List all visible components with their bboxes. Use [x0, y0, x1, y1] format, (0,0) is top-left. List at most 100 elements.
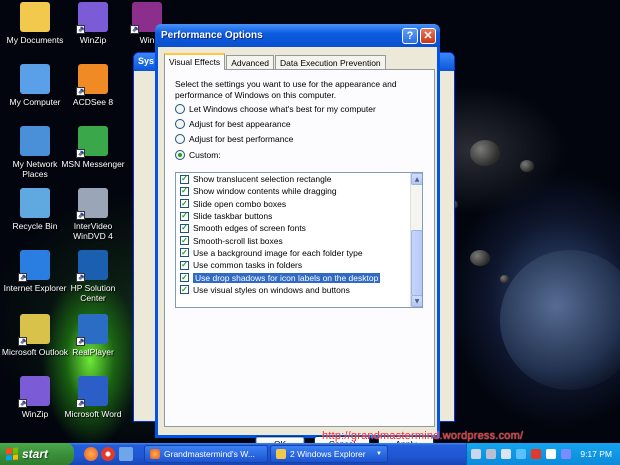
shortcut-arrow-icon: ↗ — [18, 337, 27, 346]
desktop-icon[interactable]: ↗ Microsoft Word — [58, 376, 128, 419]
firefox-icon[interactable] — [84, 447, 98, 461]
shortcut-arrow-icon: ↗ — [76, 87, 85, 96]
desktop-icon-label: Microsoft Word — [64, 409, 122, 419]
shortcut-arrow-icon: ↗ — [76, 25, 85, 34]
task-label: Grandmastermind's W... — [164, 449, 255, 459]
effects-list[interactable]: ✓ Show translucent selection rectangle ✓ Sh… — [175, 172, 423, 308]
asteroid-graphic — [470, 140, 500, 166]
asteroid-graphic — [520, 160, 534, 172]
effect-label: Slide taskbar buttons — [193, 211, 273, 222]
checkbox[interactable]: ✓ — [180, 211, 189, 221]
arrow-up-icon: ▲ — [414, 175, 420, 183]
checkbox[interactable]: ✓ — [180, 223, 189, 233]
desktop-icon-label: ACDSee 8 — [72, 97, 114, 107]
checkbox[interactable]: ✓ — [180, 174, 189, 184]
dialog-title: Performance Options — [161, 30, 263, 41]
pen-icon[interactable] — [471, 449, 482, 459]
effect-list-item[interactable]: ✓ Use common tasks in folders — [176, 259, 410, 271]
shortcut-arrow-icon: ↗ — [76, 337, 85, 346]
firefox-icon — [150, 449, 160, 459]
effect-label: Show window contents while dragging — [193, 186, 337, 197]
radio-button[interactable] — [175, 104, 185, 114]
shortcut-arrow-icon: ↗ — [18, 273, 27, 282]
messenger-icon[interactable] — [561, 449, 572, 459]
recycle-bin-icon — [20, 188, 50, 218]
checkbox[interactable]: ✓ — [180, 260, 189, 270]
hp-icon: ↗ — [76, 250, 108, 282]
close-icon: ✕ — [423, 30, 433, 42]
opera-icon[interactable] — [101, 447, 115, 461]
folder-icon — [276, 449, 286, 459]
tab-visual-effects[interactable]: Visual Effects — [164, 53, 226, 70]
effect-list-item[interactable]: ✓ Use a background image for each folder … — [176, 247, 410, 259]
checkbox[interactable]: ✓ — [180, 236, 189, 246]
speaker-icon[interactable] — [501, 449, 512, 459]
radio-button[interactable] — [175, 134, 185, 144]
outlook-icon: ↗ — [18, 314, 50, 346]
internet-explorer-icon: ↗ — [18, 250, 50, 282]
network-icon[interactable] — [486, 449, 497, 459]
effect-list-item[interactable]: ✓ Slide taskbar buttons — [176, 210, 410, 222]
radio-button-selected[interactable] — [175, 150, 185, 160]
close-button[interactable]: ✕ — [420, 27, 436, 44]
tab-strip: Visual Effects Advanced Data Execution P… — [164, 53, 387, 70]
visual-effects-panel: Select the settings you want to use for … — [164, 69, 435, 427]
taskbar-item-firefox[interactable]: Grandmastermind's W... — [144, 445, 268, 463]
taskbar-item-explorer[interactable]: 2 Windows Explorer ▼ — [270, 445, 388, 463]
option-let-windows-choose[interactable]: Let Windows choose what's best for my co… — [175, 104, 376, 114]
desktop-icon[interactable]: ↗ RealPlayer — [58, 314, 128, 357]
option-custom[interactable]: Custom: — [175, 150, 221, 160]
dialog-titlebar[interactable]: Performance Options ? ✕ — [155, 24, 440, 47]
option-best-performance[interactable]: Adjust for best performance — [175, 134, 293, 144]
security-icon[interactable] — [546, 449, 557, 459]
desktop-icon[interactable]: ↗ HP Solution Center — [58, 250, 128, 303]
effect-list-item[interactable]: ✓ Slide open combo boxes — [176, 198, 410, 210]
performance-options-dialog[interactable]: Performance Options ? ✕ Visual Effects A… — [155, 24, 440, 452]
radio-button[interactable] — [175, 119, 185, 129]
effect-list-item[interactable]: ✓ Show translucent selection rectangle — [176, 173, 410, 185]
panel-description: Select the settings you want to use for … — [175, 79, 397, 100]
desktop-icon[interactable]: ↗ InterVideo WinDVD 4 — [58, 188, 128, 241]
checkbox[interactable]: ✓ — [180, 199, 189, 209]
show-desktop-icon[interactable] — [119, 447, 133, 461]
checkbox[interactable]: ✓ — [180, 186, 189, 196]
tray-app-icon[interactable] — [516, 449, 527, 459]
dialog-client: Visual Effects Advanced Data Execution P… — [158, 47, 437, 452]
option-label: Let Windows choose what's best for my co… — [189, 104, 376, 114]
shortcut-arrow-icon: ↗ — [18, 399, 27, 408]
effect-list-item[interactable]: ✓ Show window contents while dragging — [176, 185, 410, 197]
shortcut-arrow-icon: ↗ — [130, 25, 139, 34]
effect-label: Show translucent selection rectangle — [193, 174, 332, 185]
chevron-down-icon: ▼ — [376, 451, 382, 457]
effect-label: Use common tasks in folders — [193, 260, 303, 271]
help-button[interactable]: ? — [402, 27, 418, 44]
start-button[interactable]: start — [0, 443, 74, 465]
antivirus-icon[interactable] — [531, 449, 542, 459]
tab-data-execution-prevention[interactable]: Data Execution Prevention — [275, 55, 386, 69]
desktop-icon[interactable]: ↗ ACDSee 8 — [58, 64, 128, 107]
checkbox[interactable]: ✓ — [180, 285, 189, 295]
scroll-thumb[interactable] — [411, 230, 422, 296]
effect-list-item[interactable]: ✓ Smooth edges of screen fonts — [176, 222, 410, 234]
system-tray: 9:17 PM — [466, 443, 620, 465]
checkbox[interactable]: ✓ — [180, 248, 189, 258]
desktop-icon-label: RealPlayer — [72, 347, 114, 357]
effect-list-item[interactable]: ✓ Smooth-scroll list boxes — [176, 234, 410, 246]
arrow-down-icon: ▼ — [414, 297, 420, 305]
effect-list-item[interactable]: ✓ Use drop shadows for icon labels on the… — [176, 271, 410, 283]
desktop-icon[interactable]: ↗ MSN Messenger — [58, 126, 128, 169]
help-icon: ? — [406, 29, 414, 42]
effect-label: Smooth-scroll list boxes — [193, 235, 283, 246]
effects-scrollbar[interactable]: ▲ ▼ — [410, 173, 422, 307]
desktop-icon-label: MSN Messenger — [61, 159, 125, 169]
realplayer-icon: ↗ — [76, 314, 108, 346]
effect-list-item[interactable]: ✓ Use visual styles on windows and button… — [176, 284, 410, 296]
windows-logo-icon — [6, 447, 18, 461]
checkbox[interactable]: ✓ — [180, 273, 189, 283]
effect-label: Use a background image for each folder t… — [193, 247, 363, 258]
tab-advanced[interactable]: Advanced — [226, 55, 274, 69]
scroll-up-button[interactable]: ▲ — [411, 173, 422, 185]
option-best-appearance[interactable]: Adjust for best appearance — [175, 119, 291, 129]
scroll-down-button[interactable]: ▼ — [411, 295, 422, 307]
effect-label: Use visual styles on windows and buttons — [193, 284, 350, 295]
